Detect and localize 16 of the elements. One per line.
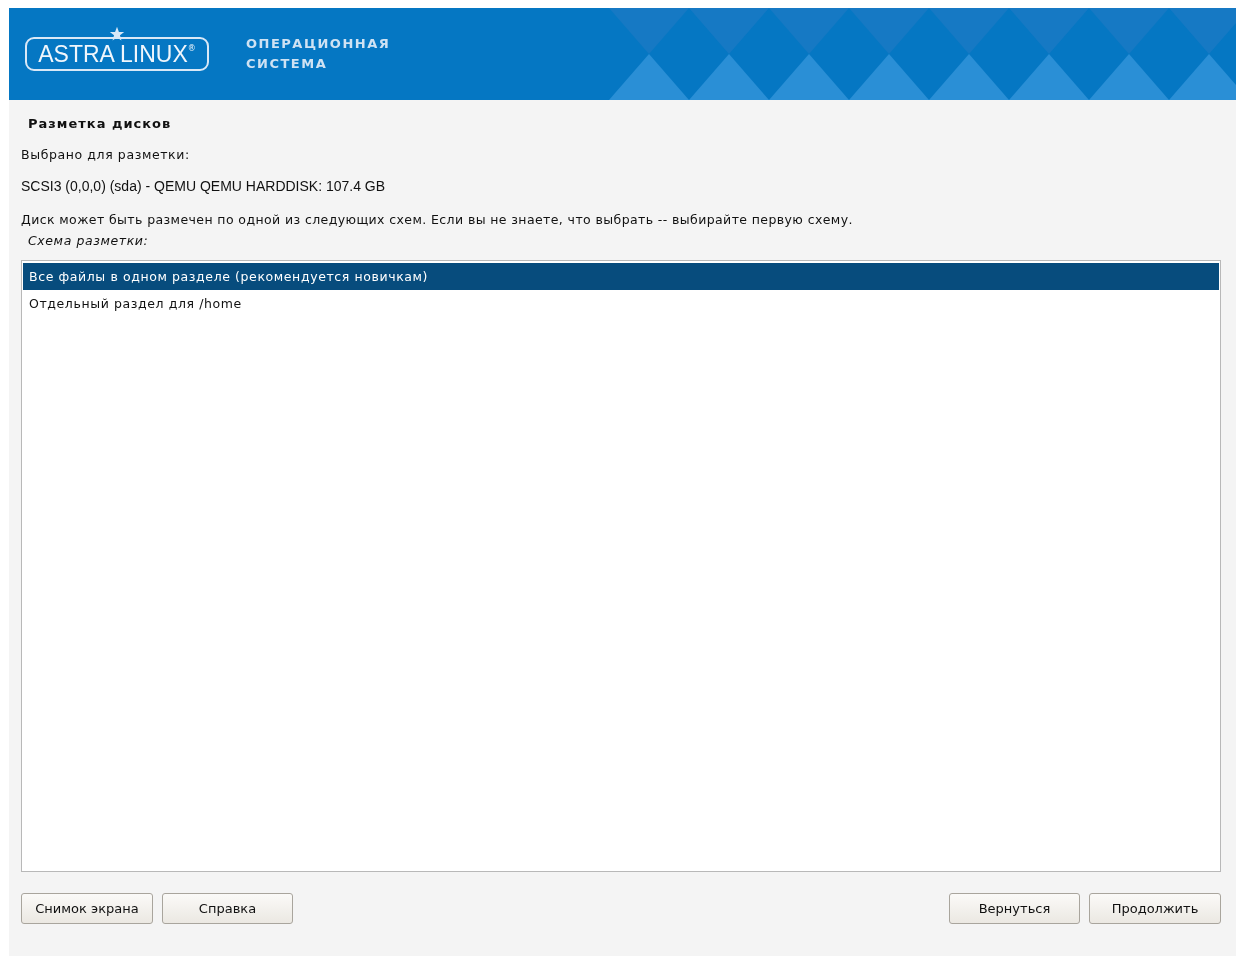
action-button[interactable]: Снимок экрана bbox=[21, 893, 153, 924]
subtitle-text: СИСТЕМА bbox=[246, 55, 329, 73]
page-title: Разметка дисков bbox=[27, 115, 173, 131]
action-button[interactable]: Справка bbox=[162, 893, 293, 924]
list-label: Схема разметки: bbox=[28, 233, 150, 248]
list-item[interactable]: Все файлы в одном разделе (рекомендуется новичкам) bbox=[23, 263, 1219, 290]
list-item[interactable]: Отдельный раздел для /home bbox=[23, 290, 1219, 317]
selected-label: Выбрано для разметки: bbox=[21, 147, 191, 162]
registered-mark: ® bbox=[187, 44, 196, 53]
logo-text: ASTRA LINUX bbox=[38, 40, 188, 68]
action-button[interactable]: Продолжить bbox=[1089, 893, 1221, 924]
description-text: Диск может быть размечен по одной из следующих схем. Если вы не знаете, что выбрать -- выбирайте первую схему. bbox=[21, 212, 854, 227]
action-button[interactable]: Вернуться bbox=[949, 893, 1080, 924]
scheme-list[interactable]: Все файлы в одном разделе (рекомендуется новичкам) Отдельный раздел для /home bbox=[21, 260, 1221, 872]
disk-name: SCSI3 (0,0,0) (sda) - QEMU QEMU HARDDISK: 107.4 GB bbox=[21, 178, 387, 194]
subtitle-text: ОПЕРАЦИОННАЯ bbox=[246, 35, 391, 53]
